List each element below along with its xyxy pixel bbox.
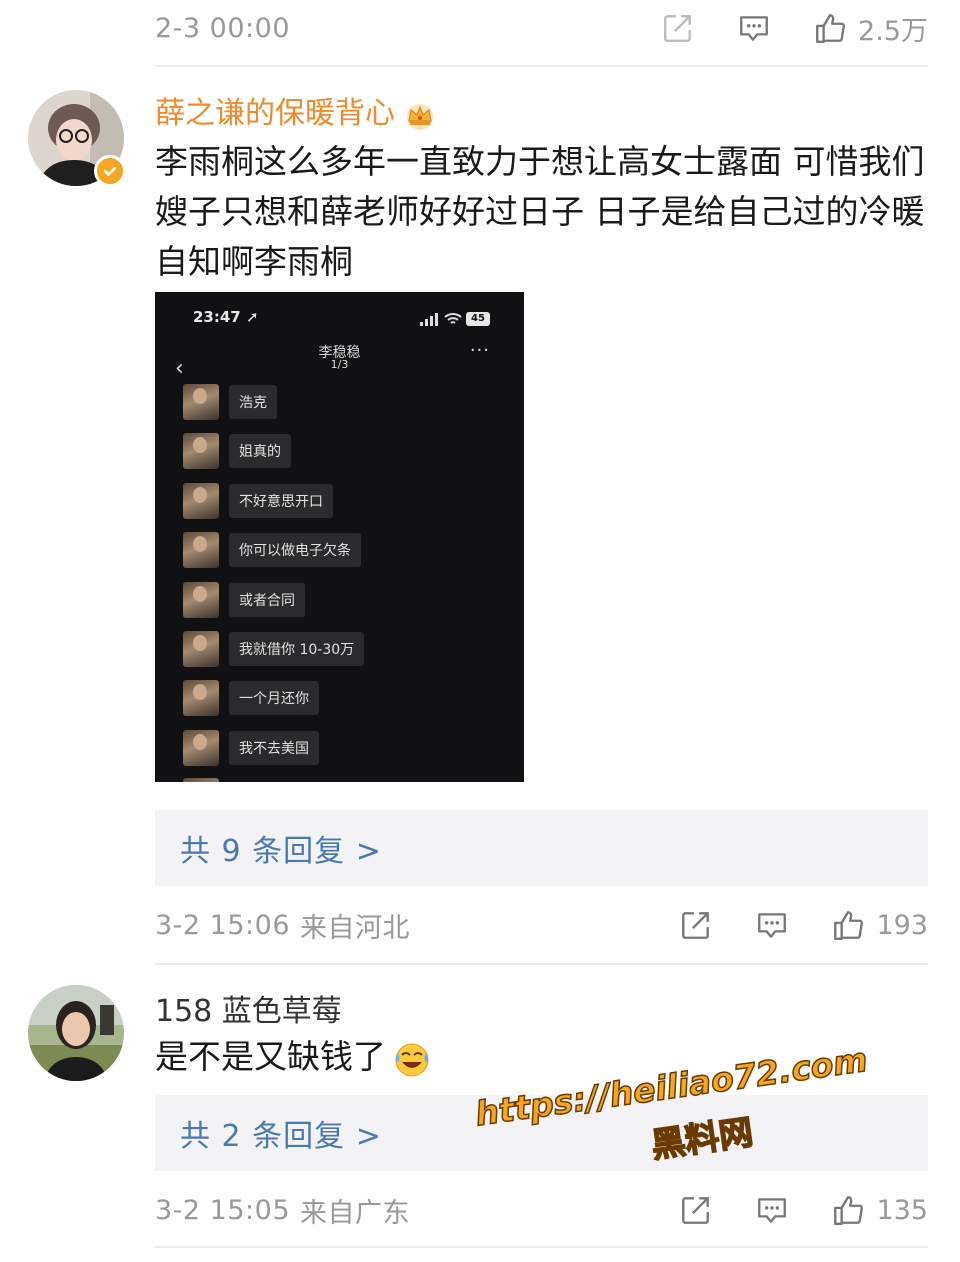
chat-bubble: 一个月还你 [229, 681, 319, 715]
action-bar: 193 [678, 900, 928, 950]
phone-status-bar: 23:47 ➚ 45 [155, 306, 524, 336]
avatar[interactable] [28, 985, 124, 1081]
thumbs-up-icon [830, 1192, 866, 1228]
chat-screenshot-image[interactable]: 23:47 ➚ 45 ‹ 李稳稳 1/3 ··· 浩克 姐真的 不好意思开口 你… [155, 292, 524, 782]
signal-icon [420, 313, 438, 326]
share-icon[interactable] [660, 10, 696, 46]
status-time: 23:47 ➚ [193, 308, 259, 326]
chat-message: 姐真的 [183, 433, 291, 469]
location: 来自河北 [300, 912, 410, 944]
avatar [183, 680, 219, 716]
username[interactable]: 薛之谦的保暖背心 [155, 88, 437, 132]
like-count: 193 [876, 909, 928, 941]
divider [155, 1246, 928, 1248]
timestamp: 3-2 15:05 [155, 1194, 290, 1226]
chat-bubble: 你可以做电子欠条 [229, 533, 361, 567]
divider [155, 963, 928, 965]
crown-icon [407, 103, 433, 130]
chat-message: 我就借你 10-30万 [183, 631, 365, 667]
chat-message: 不好意思开口 [183, 483, 333, 519]
like-count: 135 [876, 1194, 928, 1226]
thumbs-up-icon [830, 907, 866, 943]
reply-box[interactable]: 共 9 条回复 > [155, 810, 928, 886]
comment-icon[interactable] [736, 10, 772, 46]
comment-icon[interactable] [754, 907, 790, 943]
share-icon[interactable] [678, 1192, 714, 1228]
location: 来自广东 [300, 1197, 410, 1229]
view-replies-link[interactable]: 共 9 条回复 > [180, 826, 382, 870]
battery-icon: 45 [466, 312, 490, 326]
chat-message: 浩克 [183, 384, 277, 420]
chat-message: 我不去美国 [183, 730, 319, 766]
avatar [183, 433, 219, 469]
timestamp: 3-2 15:06 [155, 909, 290, 941]
chat-bubble: 或者合同 [229, 583, 305, 617]
view-replies-link[interactable]: 共 2 条回复 > [180, 1111, 382, 1155]
chat-message: 一个月还你 [183, 680, 319, 716]
like-button[interactable]: 193 [830, 907, 928, 943]
timestamp: 2-3 00:00 [155, 12, 290, 44]
chat-bubble: 不好意思开口 [229, 484, 333, 518]
avatar [183, 483, 219, 519]
watermark-name: 黑料网 [648, 1112, 756, 1167]
chat-message [183, 778, 219, 782]
status-icons: 45 [420, 312, 490, 326]
comment-icon[interactable] [754, 1192, 790, 1228]
chat-title: 李稳稳 1/3 [318, 345, 361, 371]
more-icon[interactable]: ··· [470, 340, 490, 361]
like-button[interactable]: 135 [830, 1192, 928, 1228]
like-button[interactable]: 2.5万 [812, 9, 928, 48]
chat-bubble: 姐真的 [229, 434, 291, 468]
comment-text: 李雨桐这么多年一直致力于想让高女士露面 可惜我们嫂子只想和薛老师好好过日子 日子… [155, 142, 925, 281]
avatar [183, 582, 219, 618]
wifi-icon [444, 313, 462, 324]
avatar [183, 532, 219, 568]
chat-message: 你可以做电子欠条 [183, 532, 361, 568]
verified-icon [94, 155, 126, 187]
thumbs-up-icon [812, 10, 848, 46]
username-text: 薛之谦的保暖背心 [155, 96, 395, 131]
username[interactable]: 158 蓝色草莓 [155, 986, 342, 1030]
top-meta-row: 2-3 00:00 2.5万 [155, 3, 928, 53]
chat-bubble: 我就借你 10-30万 [229, 632, 365, 666]
share-icon[interactable] [678, 907, 714, 943]
comment-meta-row: 3-2 15:06 来自河北 193 [155, 900, 928, 950]
like-count: 2.5万 [858, 15, 928, 47]
avatar [183, 631, 219, 667]
action-bar: 2.5万 [660, 3, 928, 53]
avatar [183, 730, 219, 766]
avatar [183, 384, 219, 420]
divider [155, 65, 928, 67]
laughing-crying-emoji [395, 1043, 429, 1076]
chat-bubble: 浩克 [229, 385, 277, 419]
chat-bubble: 我不去美国 [229, 731, 319, 765]
avatar [183, 778, 219, 782]
chat-message: 或者合同 [183, 582, 305, 618]
action-bar: 135 [678, 1185, 928, 1235]
